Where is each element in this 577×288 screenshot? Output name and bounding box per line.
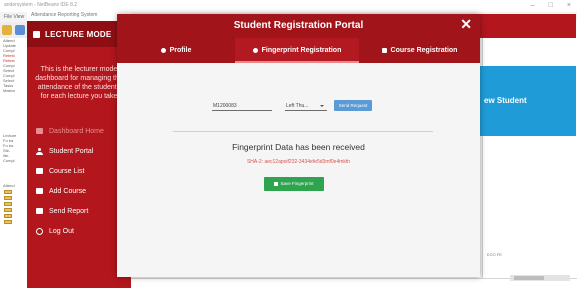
book-icon	[381, 48, 387, 53]
tab-label: Profile	[169, 47, 192, 54]
close-icon[interactable]: ✕	[460, 17, 472, 31]
lecturer-mode-title: LECTURE MODE	[45, 29, 112, 39]
folder-icon[interactable]	[4, 214, 12, 218]
finger-select-value: Left Thu...	[286, 103, 309, 109]
send-request-button[interactable]: Send Request	[334, 100, 372, 111]
nav-log-out[interactable]: Log Out	[27, 221, 131, 241]
maximize-icon[interactable]: □	[549, 0, 553, 12]
chevron-down-icon	[320, 105, 324, 107]
folder-icon[interactable]	[4, 190, 12, 194]
student-registration-portal: Student Registration Portal ✕ Profile Fi…	[117, 14, 480, 277]
tab-label: Course Registration	[390, 47, 458, 54]
user-icon	[160, 48, 166, 53]
power-icon	[36, 227, 43, 235]
nav-label: Student Portal	[49, 147, 94, 155]
nav-student-portal[interactable]: Student Portal	[27, 141, 131, 161]
nav-add-course[interactable]: Add Course	[27, 181, 131, 201]
lecturer-mode-window: Attendance Reporting System LECTURE MODE…	[27, 9, 131, 288]
ide-window-controls: – □ ×	[531, 0, 571, 12]
nav-course-list[interactable]: Course List	[27, 161, 131, 181]
tab-fingerprint-registration[interactable]: Fingerprint Registration	[235, 38, 359, 63]
portal-tabs: Profile Fingerprint Registration Course …	[117, 38, 480, 63]
save-fingerprint-label: Save Fingerprint	[280, 181, 314, 186]
minimize-icon[interactable]: –	[531, 0, 535, 12]
portal-title: Student Registration Portal	[233, 20, 364, 31]
save-fingerprint-button[interactable]: Save Fingerprint	[264, 177, 324, 191]
open-project-icon[interactable]	[2, 25, 12, 35]
nav-send-report[interactable]: Send Report	[27, 201, 131, 221]
folder-icon	[36, 188, 43, 195]
save-icon	[274, 181, 279, 186]
nav-label: Course List	[49, 167, 85, 175]
ide-editor-panel	[482, 20, 577, 288]
close-icon[interactable]: ×	[567, 0, 571, 12]
finger-select[interactable]: Left Thu...	[285, 101, 327, 111]
book-icon	[33, 30, 40, 38]
nav-label: Log Out	[49, 227, 74, 235]
tab-course-registration[interactable]: Course Registration	[359, 38, 480, 63]
nav-label: Dashboard Home	[49, 127, 104, 135]
view-student-label: ew Student	[484, 96, 527, 105]
student-id-input[interactable]	[212, 101, 272, 111]
lecturer-window-title: Attendance Reporting System	[27, 9, 131, 21]
user-icon	[36, 147, 43, 155]
folder-icon[interactable]	[4, 220, 12, 224]
horizontal-scrollbar[interactable]	[510, 275, 570, 281]
fingerprint-icon	[252, 48, 258, 53]
lecturer-description: This is the lecturer mode dashboard for …	[35, 66, 123, 100]
portal-header: Student Registration Portal ✕	[117, 14, 480, 38]
fingerprint-hash: SHA-2: aec12apoif232-3434efe5d3mf0e4mkfn	[246, 159, 351, 165]
folder-icon[interactable]	[4, 202, 12, 206]
tab-label: Fingerprint Registration	[261, 47, 342, 54]
list-icon	[36, 168, 43, 175]
save-all-icon[interactable]	[15, 25, 25, 35]
lecturer-header: LECTURE MODE	[27, 21, 131, 47]
divider	[173, 131, 433, 132]
home-icon	[36, 128, 43, 135]
tab-profile[interactable]: Profile	[117, 38, 235, 63]
nav-label: Send Report	[49, 207, 89, 215]
lecturer-nav: Dashboard Home Student Portal Course Lis…	[27, 121, 131, 241]
fingerprint-panel: Left Thu... Send Request Fingerprint Dat…	[117, 63, 480, 277]
scrollbar-thumb[interactable]	[514, 276, 544, 280]
nav-label: Add Course	[49, 187, 86, 195]
folder-icon[interactable]	[4, 196, 12, 200]
folder-icon[interactable]	[4, 208, 12, 212]
file-icon	[36, 208, 43, 215]
ide-status-area	[115, 278, 577, 288]
mini-tag: ECO FE	[487, 252, 502, 257]
fingerprint-status: Fingerprint Data has been received	[232, 142, 365, 152]
nav-dashboard-home[interactable]: Dashboard Home	[27, 121, 131, 141]
